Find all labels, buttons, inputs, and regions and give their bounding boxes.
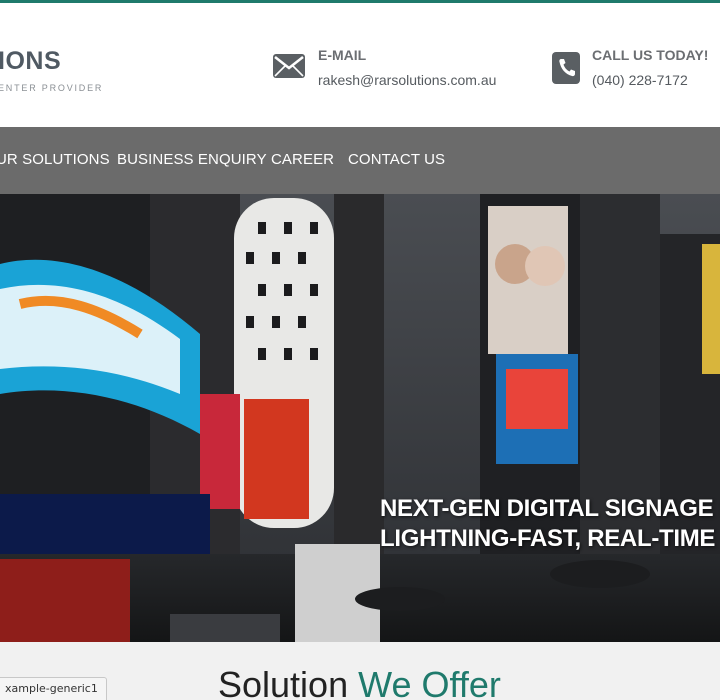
phone-label: CALL US TODAY! [592,47,709,63]
solutions-section: Solution We Offer xample-generic1 [0,642,720,700]
envelope-icon [272,51,306,86]
section-title-part1: Solution [218,664,349,700]
hero-heading: NEXT-GEN DIGITAL SIGNAGE S LIGHTNING-FAS… [380,494,720,554]
section-title-accent: We Offer [358,664,501,700]
section-title: Solution We Offer [218,664,501,700]
phone-contact: CALL US TODAY! (040) 228-7172 [551,45,720,95]
nav-item-our-solutions[interactable]: UR SOLUTIONS [0,151,110,168]
logo-title[interactable]: IONS [0,47,61,76]
phone-icon [551,51,581,90]
nav-item-contact-us[interactable]: CONTACT US [348,151,445,168]
hero-heading-line-1: NEXT-GEN DIGITAL SIGNAGE S [380,495,720,522]
element-tooltip: xample-generic1 [0,677,107,700]
main-navigation: UR SOLUTIONS BUSINESS ENQUIRY CAREER CON… [0,127,720,194]
email-contact: E-MAIL rakesh@rarsolutions.com.au [272,45,502,95]
hero-background-image [0,194,720,642]
nav-item-business-enquiry[interactable]: BUSINESS ENQUIRY [117,151,267,168]
logo-tagline: ENTER PROVIDER [0,83,104,93]
email-address-link[interactable]: rakesh@rarsolutions.com.au [318,72,496,88]
hero-banner: NEXT-GEN DIGITAL SIGNAGE S LIGHTNING-FAS… [0,194,720,642]
email-label: E-MAIL [318,47,367,63]
phone-number-link[interactable]: (040) 228-7172 [592,72,688,88]
hero-heading-line-2: LIGHTNING-FAST, REAL-TIME [380,525,716,552]
nav-item-career[interactable]: CAREER [271,151,334,168]
site-header: IONS ENTER PROVIDER E-MAIL rakesh@rarsol… [0,3,720,127]
